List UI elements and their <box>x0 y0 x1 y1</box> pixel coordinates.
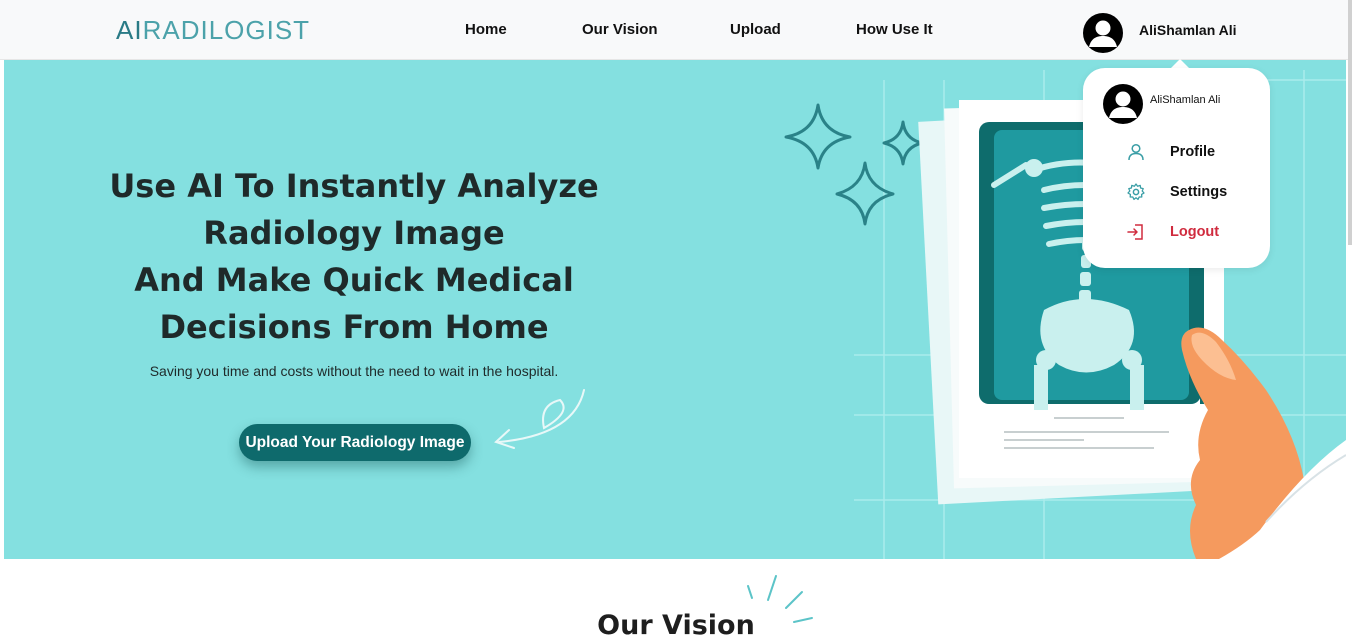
gear-icon <box>1127 183 1145 201</box>
hero-subtitle: Saving you time and costs without the ne… <box>149 363 559 379</box>
navbar: AIRADILOGIST Home Our Vision Upload How … <box>0 0 1352 60</box>
avatar[interactable] <box>1083 13 1123 53</box>
menu-item-logout[interactable]: Logout <box>1126 220 1266 244</box>
scrollbar[interactable] <box>1348 0 1352 245</box>
logout-icon <box>1127 224 1143 240</box>
hero-title: Use AI To Instantly Analyze Radiology Im… <box>104 163 604 351</box>
logo[interactable]: AIRADILOGIST <box>116 15 310 45</box>
hero-title-line: Radiology Image <box>203 214 505 252</box>
avatar <box>1103 84 1143 124</box>
menu-item-settings[interactable]: Settings <box>1126 180 1266 204</box>
user-avatar-icon <box>1109 91 1137 118</box>
menu-item-label: Logout <box>1170 224 1220 240</box>
nav-link-how-use-it[interactable]: How Use It <box>856 20 933 40</box>
nav-link-upload[interactable]: Upload <box>730 20 781 40</box>
section-title-our-vision: Our Vision <box>597 610 755 640</box>
hero-title-line: Decisions From Home <box>159 308 549 346</box>
logo-ai-text: AI <box>116 15 143 45</box>
menu-item-label: Settings <box>1170 184 1228 200</box>
menu-item-label: Profile <box>1170 144 1216 160</box>
nav-user-name[interactable]: AliShamlan Ali <box>1139 20 1237 40</box>
page: AIRADILOGIST Home Our Vision Upload How … <box>0 0 1352 640</box>
menu-item-profile[interactable]: Profile <box>1126 140 1266 164</box>
logo-brand-text: RADILOGIST <box>142 15 311 45</box>
upload-image-button[interactable]: Upload Your Radiology Image <box>239 424 471 461</box>
user-icon <box>1128 143 1144 161</box>
hero-title-line: And Make Quick Medical <box>134 261 574 299</box>
nav-link-our-vision[interactable]: Our Vision <box>582 20 658 40</box>
dropdown-user-name: AliShamlan Ali <box>1150 94 1221 106</box>
user-dropdown-menu: AliShamlan Ali Profile Settings Logout <box>1083 68 1270 268</box>
user-avatar-icon <box>1089 20 1117 47</box>
hero-title-line: Use AI To Instantly Analyze <box>109 167 599 205</box>
nav-link-home[interactable]: Home <box>465 20 507 40</box>
